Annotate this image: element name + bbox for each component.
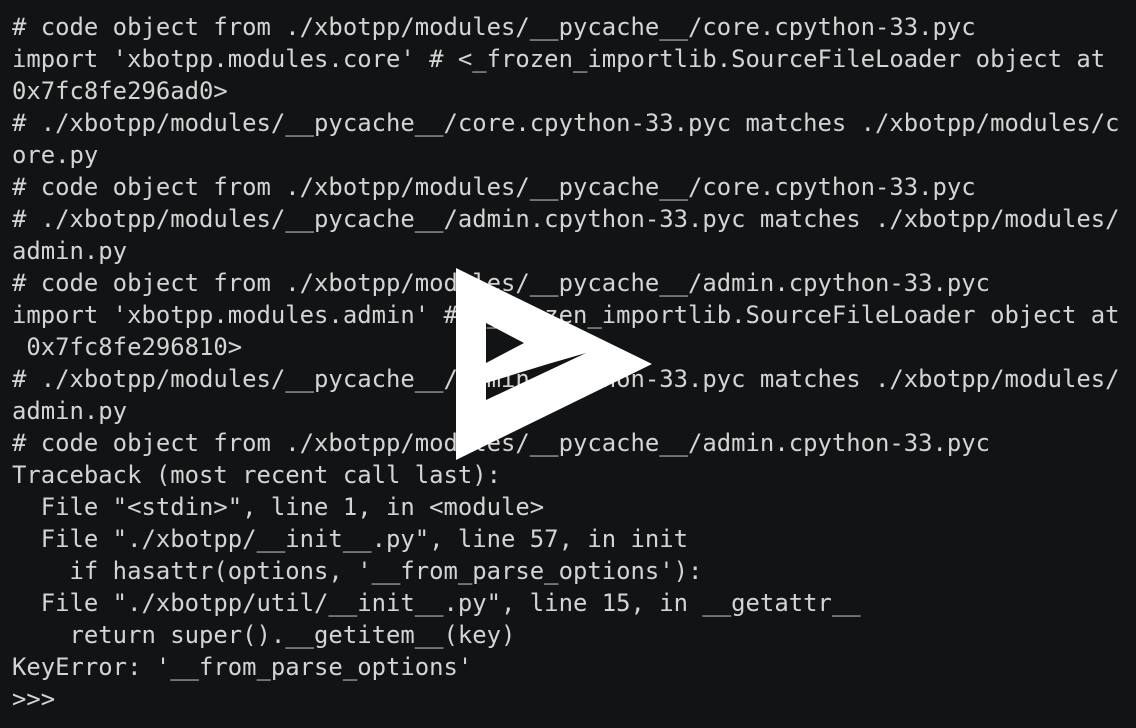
traceback-line: return super().__getitem__(key) xyxy=(12,621,516,649)
terminal-line: import 'xbotpp.modules.core' # <_frozen_… xyxy=(12,45,1106,73)
traceback-line: File "<stdin>", line 1, in <module> xyxy=(12,493,545,521)
traceback-line: if hasattr(options, '__from_parse_option… xyxy=(12,557,703,585)
play-button[interactable] xyxy=(456,268,652,460)
terminal-line: # ./xbotpp/modules/__pycache__/core.cpyt… xyxy=(12,109,1120,137)
terminal-line: admin.py xyxy=(12,237,128,265)
terminal-line: 0x7fc8fe296ad0> xyxy=(12,77,228,105)
python-prompt[interactable]: >>> xyxy=(12,683,1136,715)
terminal-line: ore.py xyxy=(12,141,99,169)
traceback-line: File "./xbotpp/util/__init__.py", line 1… xyxy=(12,589,861,617)
terminal-line: # ./xbotpp/modules/__pycache__/admin.cpy… xyxy=(12,205,1120,233)
terminal-line: # code object from ./xbotpp/modules/__py… xyxy=(12,173,976,201)
terminal-window[interactable]: # code object from ./xbotpp/modules/__py… xyxy=(0,0,1136,728)
error-message: KeyError: '__from_parse_options' xyxy=(12,653,473,681)
traceback-header: Traceback (most recent call last): xyxy=(12,461,502,489)
terminal-line: # code object from ./xbotpp/modules/__py… xyxy=(12,13,976,41)
play-icon xyxy=(456,268,652,460)
traceback-line: File "./xbotpp/__init__.py", line 57, in… xyxy=(12,525,689,553)
